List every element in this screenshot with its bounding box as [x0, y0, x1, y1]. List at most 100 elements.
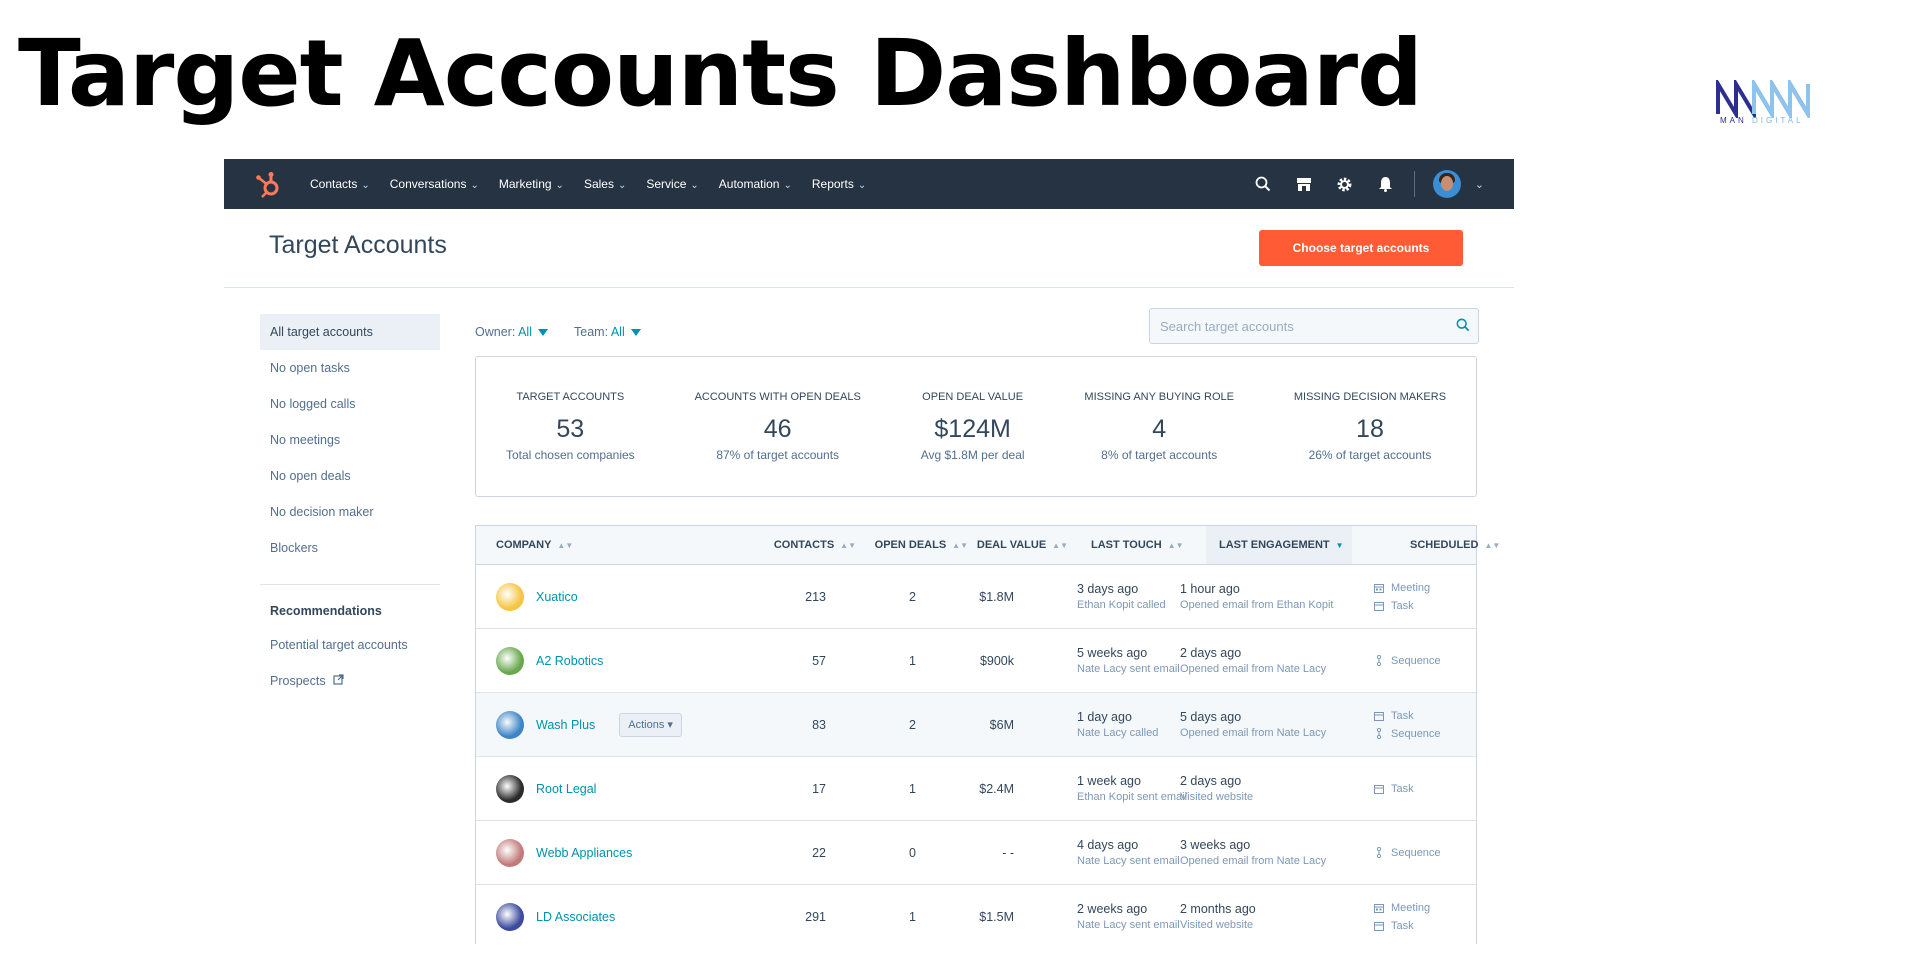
- company-link[interactable]: LD Associates: [536, 910, 615, 924]
- deal-value-cell: $2.4M: [979, 781, 1014, 796]
- task-icon: [1373, 711, 1385, 721]
- meeting-icon: [1373, 903, 1385, 913]
- open-deals-cell: 1: [909, 781, 916, 796]
- notifications-icon[interactable]: [1376, 174, 1396, 194]
- last-touch-cell: 5 weeks ago Nate Lacy sent email: [1077, 646, 1180, 675]
- stat-accounts-with-open-deals: ACCOUNTS WITH OPEN DEALS 46 87% of targe…: [694, 391, 861, 462]
- last-touch-cell: 3 days ago Ethan Kopit called: [1077, 582, 1166, 611]
- search-input[interactable]: [1150, 309, 1442, 343]
- last-touch-cell: 1 day ago Nate Lacy called: [1077, 710, 1159, 739]
- sidebar-item-blockers[interactable]: Blockers: [260, 530, 440, 566]
- nav-automation[interactable]: Automation ⌄: [719, 177, 792, 191]
- open-deals-cell: 1: [909, 909, 916, 924]
- scheduled-item: Task: [1373, 780, 1473, 798]
- column-header-deal-value[interactable]: DEAL VALUE ▲▼: [968, 526, 1068, 564]
- table-row[interactable]: Wash Plus Actions ▾ 83 2 $6M 1 day ago Nate La…: [476, 693, 1476, 757]
- team-filter[interactable]: Team: All: [574, 325, 641, 339]
- table-header: COMPANY ▲▼ CONTACTS ▲▼ OPEN DEALS ▲▼ DEAL V…: [476, 526, 1500, 565]
- sidebar-item-no-open-tasks[interactable]: No open tasks: [260, 350, 440, 386]
- deal-value-cell: $900k: [979, 653, 1014, 668]
- chevron-down-icon: ⌄: [857, 180, 867, 191]
- chevron-down-icon: ⌄: [783, 180, 792, 191]
- company-link[interactable]: Root Legal: [536, 782, 596, 796]
- nav-utility-icons: ⌄: [1232, 159, 1484, 209]
- nav-conversations[interactable]: Conversations ⌄: [390, 177, 479, 191]
- marketplace-icon[interactable]: [1294, 174, 1314, 194]
- settings-icon[interactable]: [1335, 174, 1355, 194]
- open-deals-cell: 1: [909, 653, 916, 668]
- deal-value-cell: $1.5M: [979, 909, 1014, 924]
- sidebar-item-no-meetings[interactable]: No meetings: [260, 422, 440, 458]
- column-header-open-deals[interactable]: OPEN DEALS ▲▼: [856, 526, 968, 564]
- sidebar-item-no-logged-calls[interactable]: No logged calls: [260, 386, 440, 422]
- sort-icon: ▲▼: [1052, 541, 1068, 550]
- company-cell: Root Legal: [476, 774, 716, 803]
- company-cell: LD Associates: [476, 902, 716, 931]
- scheduled-cell: Sequence: [1373, 844, 1473, 862]
- nav-sales[interactable]: Sales ⌄: [584, 177, 626, 191]
- column-header-last-touch[interactable]: LAST TOUCH ▲▼: [1068, 526, 1206, 564]
- nav-marketing[interactable]: Marketing ⌄: [499, 177, 564, 191]
- column-header-last-engagement[interactable]: LAST ENGAGEMENT ▼: [1206, 526, 1352, 564]
- company-link[interactable]: Xuatico: [536, 590, 578, 604]
- company-logo: [496, 902, 524, 931]
- top-navbar: Contacts ⌄ Conversations ⌄ Marketing ⌄ Sale…: [224, 159, 1514, 209]
- actions-dropdown-button[interactable]: Actions ▾: [619, 712, 682, 737]
- contacts-cell: 22: [812, 845, 826, 860]
- sidebar-item-all-target-accounts[interactable]: All target accounts: [260, 314, 440, 350]
- company-link[interactable]: Webb Appliances: [536, 846, 632, 860]
- column-header-scheduled[interactable]: SCHEDULED ▲▼: [1352, 526, 1500, 564]
- nav-service[interactable]: Service ⌄: [646, 177, 698, 191]
- chevron-down-icon: ⌄: [470, 180, 479, 191]
- scheduled-item: Task: [1373, 707, 1473, 725]
- scheduled-item: Sequence: [1373, 725, 1473, 743]
- page-title: Target Accounts: [269, 231, 447, 259]
- scheduled-item: Task: [1373, 597, 1473, 615]
- last-touch-cell: 1 week ago Ethan Kopit sent email: [1077, 774, 1188, 803]
- sidebar-item-prospects[interactable]: Prospects: [260, 663, 440, 699]
- sequence-icon: [1373, 847, 1385, 858]
- chevron-down-icon[interactable]: ⌄: [1475, 178, 1484, 191]
- chevron-down-icon: ⌄: [361, 180, 370, 191]
- logo-wordmark: MAN DIGITAL: [1720, 116, 1804, 125]
- nav-contacts[interactable]: Contacts ⌄: [310, 177, 370, 191]
- last-engagement-cell: 1 hour ago Opened email from Ethan Kopit: [1180, 582, 1334, 611]
- column-header-contacts[interactable]: CONTACTS ▲▼: [716, 526, 856, 564]
- search-icon[interactable]: [1456, 318, 1470, 337]
- last-engagement-cell: 2 months ago Visited website: [1180, 902, 1256, 931]
- nav-reports[interactable]: Reports ⌄: [812, 177, 866, 191]
- contacts-cell: 291: [805, 909, 826, 924]
- sort-icon: ▲▼: [840, 541, 856, 550]
- table-row[interactable]: Webb Appliances 22 0 - - 4 days ago Nate Lacy…: [476, 821, 1476, 885]
- caret-down-icon: [630, 329, 641, 337]
- scheduled-item: Task: [1373, 917, 1473, 935]
- table-row[interactable]: Root Legal 17 1 $2.4M 1 week ago Ethan Kopit …: [476, 757, 1476, 821]
- sidebar-item-no-open-deals[interactable]: No open deals: [260, 458, 440, 494]
- contacts-cell: 57: [812, 653, 826, 668]
- column-header-company[interactable]: COMPANY ▲▼: [476, 526, 716, 564]
- sidebar-item-no-decision-maker[interactable]: No decision maker: [260, 494, 440, 530]
- deal-value-cell: $6M: [989, 717, 1014, 732]
- sort-icon: ▲▼: [952, 541, 968, 550]
- table-row[interactable]: LD Associates 291 1 $1.5M 2 weeks ago Nate La…: [476, 885, 1476, 944]
- last-engagement-cell: 2 days ago Opened email from Nate Lacy: [1180, 646, 1327, 675]
- external-link-icon: [333, 674, 344, 688]
- deal-value-cell: - -: [1002, 845, 1014, 860]
- table-row[interactable]: A2 Robotics 57 1 $900k 5 weeks ago Nate Lacy …: [476, 629, 1476, 693]
- open-deals-cell: 2: [909, 589, 916, 604]
- scheduled-cell: Meeting Task: [1373, 579, 1473, 615]
- table-row[interactable]: Xuatico 213 2 $1.8M 3 days ago Ethan Kopit ca…: [476, 565, 1476, 629]
- stat-target-accounts: TARGET ACCOUNTS 53 Total chosen companie…: [505, 391, 635, 462]
- user-avatar[interactable]: [1432, 170, 1461, 198]
- company-link[interactable]: Wash Plus: [536, 718, 595, 732]
- sidebar-item-potential-target-accounts[interactable]: Potential target accounts: [260, 627, 440, 663]
- company-link[interactable]: A2 Robotics: [536, 654, 603, 668]
- owner-filter[interactable]: Owner: All: [475, 325, 548, 339]
- last-touch-cell: 2 weeks ago Nate Lacy sent email: [1077, 902, 1180, 931]
- search-icon[interactable]: [1253, 174, 1273, 194]
- choose-target-accounts-button[interactable]: Choose target accounts: [1259, 230, 1463, 266]
- nav-divider: [1413, 171, 1415, 197]
- scheduled-cell: Meeting Task: [1373, 899, 1473, 935]
- hubspot-logo-icon[interactable]: [254, 171, 282, 204]
- company-logo: [496, 646, 524, 675]
